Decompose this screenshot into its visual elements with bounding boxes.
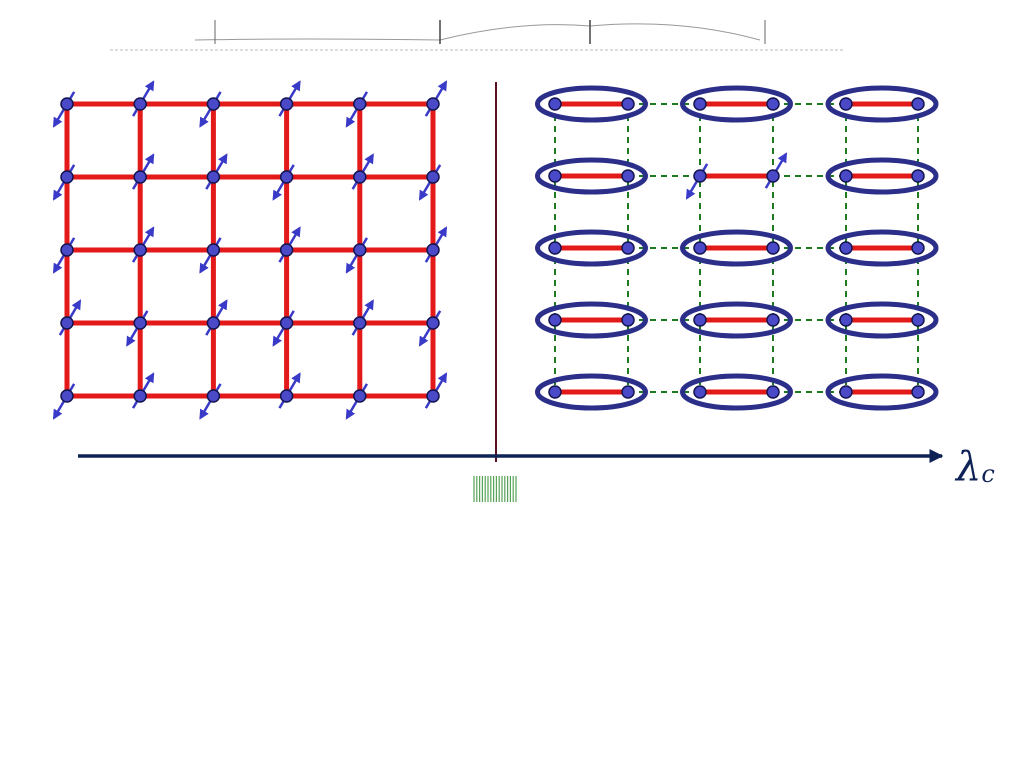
lattice-site: [353, 316, 367, 330]
lattice-site: [279, 97, 294, 111]
lattice-site: [353, 243, 367, 257]
lattice-site: [60, 389, 74, 403]
lattice-site: [693, 241, 707, 255]
lattice-site: [206, 243, 221, 257]
lattice-site: [548, 385, 562, 399]
lattice-site: [133, 316, 147, 330]
lattice-site: [766, 169, 780, 183]
lattice-site: [353, 170, 367, 184]
lattice-site: [133, 170, 147, 184]
lattice-site: [621, 313, 635, 327]
lattice-site: [839, 313, 853, 327]
lattice-site: [693, 313, 707, 327]
lattice-site: [621, 169, 635, 183]
header-strip: [110, 20, 845, 51]
lattice-site: [548, 97, 562, 111]
lattice-site: [206, 316, 221, 330]
lattice-site: [911, 97, 925, 111]
lattice-site: [766, 313, 780, 327]
lattice-site: [766, 385, 780, 399]
lattice-site: [426, 97, 440, 111]
lattice-site: [279, 170, 294, 184]
lattice-site: [911, 169, 925, 183]
lattice-site: [693, 169, 707, 183]
lattice-site: [548, 313, 562, 327]
lattice-site: [839, 97, 853, 111]
lattice-site: [839, 241, 853, 255]
lattice-site: [693, 97, 707, 111]
lattice-site: [766, 97, 780, 111]
lattice-site: [426, 243, 440, 257]
right-lattice-strong-bonds: [555, 101, 918, 395]
lattice-site: [279, 316, 294, 330]
lattice-site: [621, 97, 635, 111]
lattice-site: [279, 389, 294, 403]
lattice-site: [206, 170, 221, 184]
lattice-site: [426, 316, 440, 330]
lattice-site: [911, 313, 925, 327]
lattice-site: [60, 316, 74, 330]
lattice-site: [133, 243, 147, 257]
lattice-site: [279, 243, 294, 257]
lattice-site: [353, 389, 367, 403]
lattice-site: [621, 385, 635, 399]
axis-label-subscript: c: [981, 460, 994, 488]
lattice-site: [548, 169, 562, 183]
lattice-site: [911, 385, 925, 399]
lattice-site: [426, 170, 440, 184]
axis-label-symbol: λ: [954, 444, 981, 490]
lattice-site: [426, 389, 440, 403]
lattice-site: [60, 170, 74, 184]
lattice-site: [693, 385, 707, 399]
lattice-site: [206, 97, 221, 111]
lattice-site: [206, 389, 221, 403]
lattice-site: [839, 169, 853, 183]
phase-diagram-figure: λc: [0, 0, 1024, 768]
lattice-site: [133, 389, 147, 403]
left-lattice-bonds: [64, 101, 436, 399]
lattice-site: [60, 97, 74, 111]
lattice-site: [548, 241, 562, 255]
phase-diagram-canvas: λc: [52, 20, 995, 504]
lattice-site: [839, 385, 853, 399]
axis-label: λc: [954, 444, 995, 490]
lattice-site: [353, 97, 367, 111]
lattice-site: [133, 97, 147, 111]
critical-point-tag: [472, 472, 518, 504]
lattice-site: [621, 241, 635, 255]
lattice-site: [911, 241, 925, 255]
lattice-site: [766, 241, 780, 255]
lattice-site: [60, 243, 74, 257]
